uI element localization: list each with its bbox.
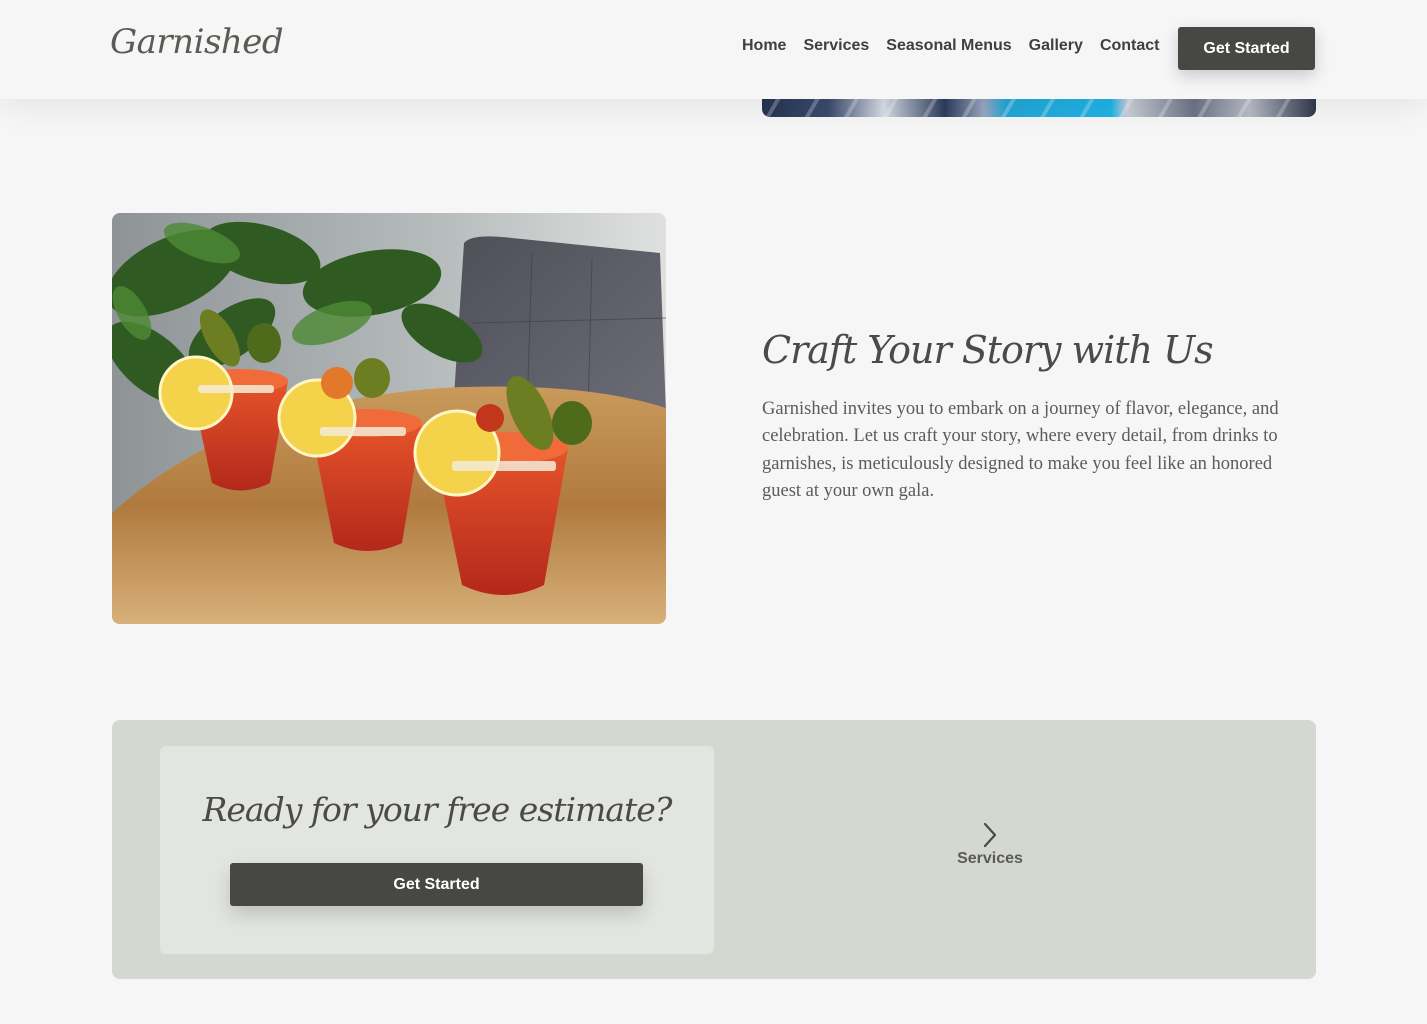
estimate-band: Ready for your free estimate? Get Starte…: [112, 720, 1316, 979]
nav-services[interactable]: Services: [803, 37, 869, 55]
site-header: Garnished Home Services Seasonal Menus G…: [0, 0, 1427, 99]
nav-home[interactable]: Home: [742, 37, 786, 55]
estimate-get-started-button[interactable]: Get Started: [230, 863, 643, 906]
cocktails-image: [112, 213, 666, 624]
story-title: Craft Your Story with Us: [762, 328, 1214, 372]
chevron-right-icon: [983, 822, 997, 848]
header-get-started-button[interactable]: Get Started: [1178, 27, 1315, 70]
next-services-label: Services: [957, 850, 1023, 867]
nav-gallery[interactable]: Gallery: [1029, 37, 1083, 55]
story-text: Garnished invites you to embark on a jou…: [762, 399, 1279, 502]
nav-contact[interactable]: Contact: [1100, 37, 1160, 55]
main-nav: Home Services Seasonal Menus Gallery Con…: [742, 37, 1160, 55]
estimate-title: Ready for your free estimate?: [202, 790, 673, 829]
next-services-link[interactable]: Services: [932, 822, 1048, 868]
nav-seasonal-menus[interactable]: Seasonal Menus: [886, 37, 1011, 55]
site-logo[interactable]: Garnished: [110, 22, 284, 62]
estimate-card: Ready for your free estimate? Get Starte…: [160, 746, 714, 954]
